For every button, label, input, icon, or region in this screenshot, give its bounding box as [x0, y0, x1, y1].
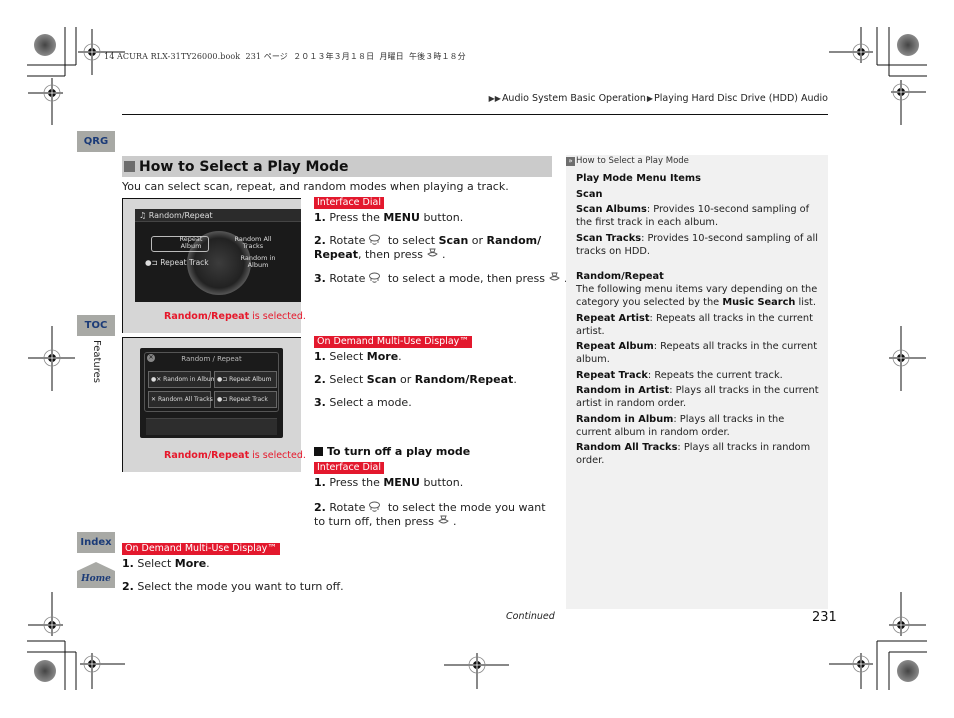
- odmd-step-1: 1. Select More.: [314, 350, 402, 363]
- dial-step-3: 3. Rotate to select a mode, then press.: [314, 272, 568, 286]
- continued-label[interactable]: Continued: [506, 611, 555, 622]
- odmd-label: On Demand Multi-Use Display™: [122, 543, 280, 555]
- home-icon: Home: [77, 562, 115, 588]
- random-repeat-heading: Random/Repeat: [576, 271, 664, 282]
- rotate-dial-icon: [369, 272, 381, 283]
- figure-caption: Random/Repeat is selected.: [164, 311, 306, 322]
- home-button[interactable]: Home: [77, 562, 115, 588]
- screen-image: ✕ Random / Repeat ●✕ Random in Album ●⊐ …: [140, 348, 283, 438]
- sidebar-title: » How to Select a Play Mode: [566, 156, 689, 166]
- sidebar-item: Repeat Album: Repeats all tracks in the …: [576, 341, 818, 365]
- screen-item: ●⊐ Repeat Track: [145, 258, 209, 267]
- dial-step-2: 2. Rotate to select Scan or Random/ Repe…: [314, 234, 542, 261]
- sidebar-notes: » How to Select a Play Mode Play Mode Men…: [566, 155, 828, 609]
- random-repeat-intro: The following menu items vary depending …: [576, 284, 818, 308]
- odmd-step-3: 3. Select a mode.: [314, 396, 412, 409]
- screen-bottom-bar: [146, 418, 277, 435]
- odmd-label: On Demand Multi-Use Display™: [314, 336, 472, 348]
- breadcrumb: ▶▶ Audio System Basic Operation ▶ Playin…: [489, 93, 828, 104]
- toc-button[interactable]: TOC: [77, 315, 115, 336]
- double-chevron-icon: »: [566, 156, 575, 166]
- color-target-icon: [34, 660, 56, 682]
- heading-square-icon: [314, 447, 323, 456]
- screen-image: ♫ Random/Repeat Repeat Album Random All …: [135, 209, 301, 302]
- press-dial-icon: [549, 272, 560, 281]
- press-dial-icon: [438, 515, 449, 524]
- turn-off-dial-step-1: 1. Press the MENU button.: [314, 476, 464, 489]
- interface-dial-label: Interface Dial: [314, 197, 384, 209]
- screen-title: Random / Repeat: [181, 355, 242, 363]
- turn-off-odmd-step-1: 1. Select More.: [122, 557, 210, 570]
- screen-item: Random All Tracks: [234, 235, 272, 250]
- breadcrumb-arrow-icon: ▶: [646, 94, 654, 103]
- heading-square-icon: [124, 161, 135, 172]
- breadcrumb-item[interactable]: Playing Hard Disc Drive (HDD) Audio: [654, 93, 828, 104]
- sidebar-item: Repeat Track: Repeats the current track.: [576, 369, 783, 381]
- sidebar-item: Random All Tracks: Plays all tracks in r…: [576, 442, 811, 466]
- screen-item: ●⊐ Repeat Track: [214, 391, 277, 408]
- sidebar-item: Scan Tracks: Provides 10-second sampling…: [576, 232, 818, 257]
- print-header: 14 ACURA RLX-31TY26000.book 231 ページ ２０１３…: [104, 52, 466, 61]
- rotate-dial-icon: [369, 234, 381, 245]
- header-rule: [122, 114, 828, 115]
- screen-item: Repeat Album: [179, 235, 203, 250]
- dial-step-1: 1. Press the MENU button.: [314, 211, 464, 224]
- section-heading: How to Select a Play Mode: [122, 156, 552, 177]
- press-dial-icon: [427, 248, 438, 257]
- sidebar-item: Scan Albums: Provides 10-second sampling…: [576, 204, 810, 228]
- color-target-icon: [34, 34, 56, 56]
- figure-interface-dial-screen: ♫ Random/Repeat Repeat Album Random All …: [122, 198, 306, 333]
- rotate-dial-icon: [369, 501, 381, 512]
- section-label: Features: [91, 340, 102, 383]
- interface-dial-label: Interface Dial: [314, 462, 384, 474]
- svg-text:Home: Home: [80, 574, 111, 584]
- screen-item: ●⊐ Repeat Album: [214, 371, 277, 388]
- screen-item: ●✕ Random in Album: [148, 371, 217, 388]
- color-target-icon: [897, 34, 919, 56]
- color-target-icon: [897, 660, 919, 682]
- turn-off-dial-step-2: 2. Rotate to select the mode you want to…: [314, 501, 546, 528]
- turn-off-odmd-step-2: 2. Select the mode you want to turn off.: [122, 580, 344, 593]
- qrg-button[interactable]: QRG: [77, 131, 115, 152]
- index-button[interactable]: Index: [77, 532, 115, 553]
- sidebar-item: Random in Album: Plays all tracks in the…: [576, 413, 785, 438]
- music-note-icon: ♫: [139, 211, 147, 220]
- intro-text: You can select scan, repeat, and random …: [122, 180, 509, 193]
- turn-off-heading: To turn off a play mode: [314, 445, 470, 458]
- odmd-step-2: 2. Select Scan or Random/Repeat.: [314, 373, 517, 386]
- screen-item: ✕ Random All Tracks: [148, 391, 213, 408]
- breadcrumb-item[interactable]: Audio System Basic Operation: [502, 93, 646, 104]
- sidebar-item: Random in Artist: Plays all tracks in th…: [576, 385, 819, 409]
- screen-title: ♫ Random/Repeat: [139, 211, 213, 220]
- sidebar-item: Repeat Artist: Repeats all tracks in the…: [576, 312, 813, 337]
- section-title: How to Select a Play Mode: [139, 158, 349, 175]
- breadcrumb-arrow-icon: ▶▶: [488, 94, 501, 103]
- screen-item: Random in Album: [240, 254, 276, 269]
- page-number: 231: [812, 610, 837, 625]
- sidebar-heading: Play Mode Menu Items: [576, 173, 701, 184]
- scan-heading: Scan: [576, 188, 603, 200]
- figure-caption: Random/Repeat is selected.: [164, 450, 306, 461]
- figure-odmd-screen: ✕ Random / Repeat ●✕ Random in Album ●⊐ …: [122, 337, 306, 472]
- sidebar-body: Play Mode Menu Items Scan Scan Albums: P…: [576, 172, 821, 470]
